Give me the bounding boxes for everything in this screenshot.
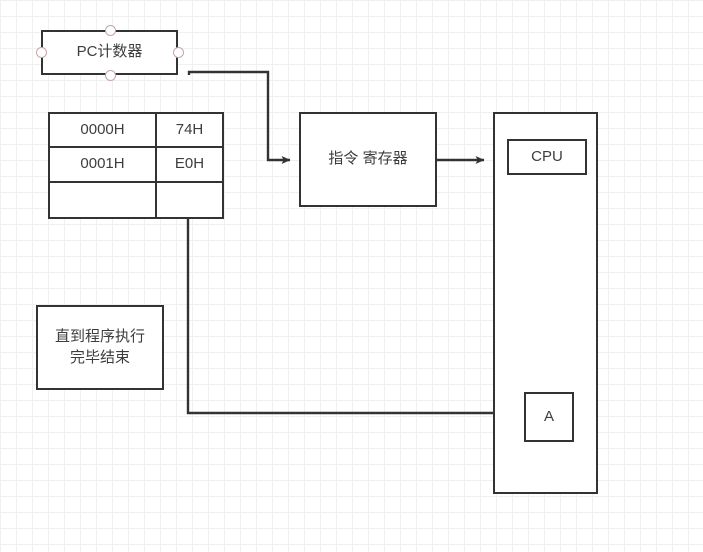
selection-handle-left[interactable]: [36, 47, 47, 58]
loop-note-text: 直到程序执行 完毕结束: [55, 327, 145, 368]
memory-value-cell: [157, 183, 222, 217]
pc-counter-label: PC计数器: [76, 43, 143, 61]
memory-value-cell: E0H: [174, 155, 205, 173]
cpu-container-node[interactable]: CPU A: [493, 112, 598, 494]
loop-note-node[interactable]: 直到程序执行 完毕结束: [36, 305, 164, 390]
selection-handle-top[interactable]: [105, 25, 116, 36]
loop-note-line-1: 直到程序执行: [54, 328, 145, 346]
selection-handle-bottom[interactable]: [105, 70, 116, 81]
table-row[interactable]: [50, 182, 222, 217]
accumulator-node[interactable]: A: [524, 392, 574, 442]
diagram-canvas: PC计数器 0000H 74H 0001H E0H 指令 寄存器 直到程序执行 …: [0, 0, 703, 552]
instruction-register-node[interactable]: 指令 寄存器: [299, 112, 437, 207]
memory-value-cell: 74H: [175, 121, 204, 139]
loop-note-line-2: 完毕结束: [69, 348, 130, 366]
wire-memory-to-accumulator: [186, 180, 513, 417]
table-row[interactable]: 0001H E0H: [50, 148, 222, 183]
accumulator-label: A: [543, 407, 554, 425]
pc-counter-node[interactable]: PC计数器: [41, 30, 178, 75]
memory-address-cell: 0000H: [50, 114, 157, 147]
memory-address-cell: 0001H: [50, 148, 157, 181]
table-row[interactable]: 0000H 74H: [50, 114, 222, 149]
cpu-node[interactable]: CPU: [507, 139, 587, 175]
cpu-label: CPU: [531, 147, 563, 165]
selection-handle-right[interactable]: [173, 47, 184, 58]
memory-table[interactable]: 0000H 74H 0001H E0H: [48, 112, 224, 219]
memory-address-cell: [50, 182, 157, 217]
instruction-register-label: 指令 寄存器: [328, 150, 408, 168]
